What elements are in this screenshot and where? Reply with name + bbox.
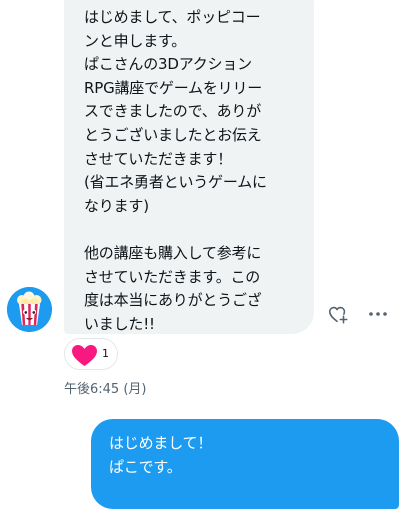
heart-plus-icon[interactable] (327, 303, 349, 325)
message-line: (省エネ勇者というゲームに (84, 173, 267, 192)
message-line: ぱこです。 (109, 457, 182, 476)
message-line: とうございましたとお伝え (84, 125, 262, 144)
heart-icon (72, 345, 97, 366)
message-line: なります) (84, 196, 149, 215)
message-line: はじめまして！ (109, 434, 213, 452)
message-line: 他の講座も購入して参考に (84, 243, 262, 262)
incoming-message-bubble: はじめまして、ポッピコー ンと申します。 ぱこさんの3Dアクション RPG講座で… (64, 0, 314, 334)
outgoing-message-bubble: はじめまして！ ぱこです。 (91, 419, 399, 509)
message-line: RPG講座でゲームをリリー (84, 78, 263, 97)
message-line: 度は本当にありがとうござ (84, 291, 262, 310)
message-line: いました!! (84, 314, 155, 333)
message-line: スできましたので、ありが (84, 102, 262, 121)
message-timestamp: 午後6:45 (月) (64, 382, 147, 397)
message-line: させていただきます！ (84, 149, 233, 168)
message-line: ぱこさんの3Dアクション (84, 55, 252, 74)
popcorn-icon (7, 287, 52, 332)
message-line: させていただきます。この (84, 267, 261, 286)
message-line (84, 218, 300, 242)
reaction-badge[interactable]: 1 (64, 338, 118, 370)
more-icon[interactable] (367, 303, 389, 325)
message-line: はじめまして、ポッピコー (84, 8, 261, 26)
message-line: ンと申します。 (84, 31, 187, 50)
reaction-count: 1 (102, 347, 109, 360)
avatar[interactable] (7, 287, 52, 332)
